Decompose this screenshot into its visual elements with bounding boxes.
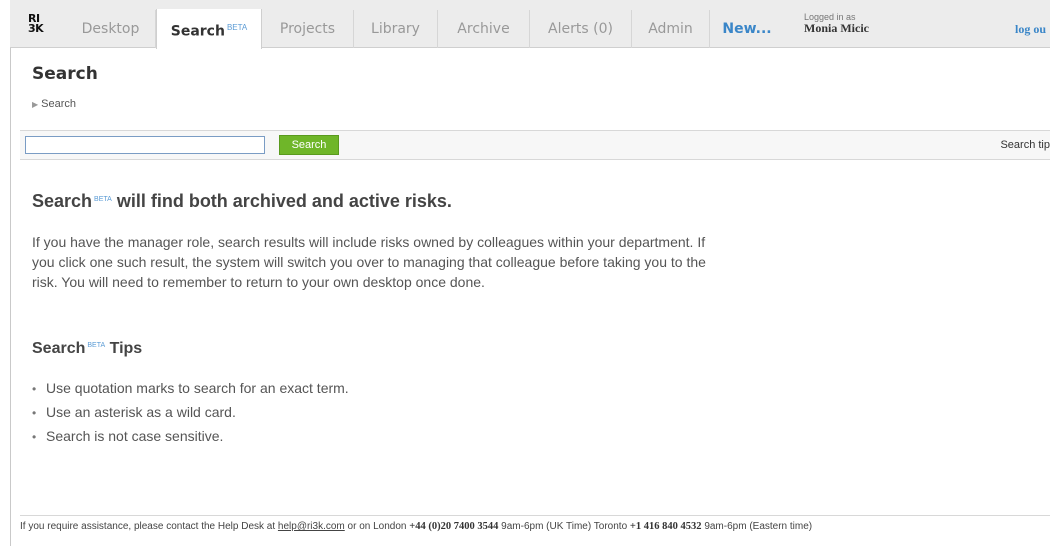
tab-label: Desktop: [81, 21, 140, 37]
search-input[interactable]: [25, 136, 265, 154]
logout-link[interactable]: log ou: [1015, 22, 1046, 37]
tab-search[interactable]: Search BETA: [156, 9, 262, 49]
tab-library[interactable]: Library: [354, 10, 438, 48]
list-item: • Search is not case sensitive.: [32, 426, 349, 450]
search-tips-link[interactable]: Search tip: [1000, 139, 1050, 151]
list-item: • Use an asterisk as a wild card.: [32, 402, 349, 426]
tab-label: Archive: [457, 21, 510, 37]
tab-archive[interactable]: Archive: [438, 10, 530, 48]
tab-admin[interactable]: Admin: [632, 10, 710, 48]
list-item: • Use quotation marks to search for an ex…: [32, 378, 349, 402]
tab-alerts[interactable]: Alerts (0): [530, 10, 632, 48]
tab-desktop[interactable]: Desktop: [66, 10, 156, 48]
footer-help-text: If you require assistance, please contac…: [20, 521, 813, 532]
breadcrumb: ▶ Search: [32, 98, 76, 110]
tab-projects[interactable]: Projects: [262, 10, 354, 48]
ri3k-logo[interactable]: RI 3K: [28, 13, 52, 38]
toronto-phone: +1 416 840 4532: [629, 521, 702, 532]
beta-badge: BETA: [226, 23, 248, 32]
search-bar: Search Search tip: [20, 130, 1050, 160]
tab-label: Alerts (0): [548, 21, 613, 37]
tab-label: New...: [722, 21, 772, 37]
beta-badge: BETA: [94, 196, 112, 203]
tab-label: Search: [170, 23, 225, 40]
bullet-icon: •: [32, 430, 37, 444]
tips-heading: Search BETA Tips: [32, 340, 143, 357]
content-heading: Search BETA will find both archived and a…: [32, 191, 452, 211]
beta-badge: BETA: [87, 342, 106, 349]
caret-right-icon: ▶: [32, 100, 39, 109]
manager-role-paragraph: If you have the manager role, search res…: [32, 234, 706, 290]
page-title: Search: [32, 64, 98, 84]
tab-label: Admin: [648, 21, 693, 37]
search-button[interactable]: Search: [279, 135, 339, 155]
tab-label: Library: [371, 21, 420, 37]
tips-list: • Use quotation marks to search for an ex…: [32, 378, 349, 450]
help-email-link[interactable]: help@ri3k.com: [278, 521, 345, 532]
user-name: Monia Micic: [804, 21, 869, 35]
top-navigation: RI 3K Desktop Search BETA Projects Librar…: [10, 0, 1050, 49]
bullet-icon: •: [32, 406, 37, 420]
logged-in-info: Logged in as Monia Micic: [804, 12, 869, 35]
bullet-icon: •: [32, 382, 37, 396]
tab-label: Projects: [279, 21, 336, 37]
footer-divider: [20, 515, 1050, 516]
breadcrumb-item[interactable]: Search: [41, 98, 76, 110]
tab-new[interactable]: New...: [710, 10, 784, 48]
london-phone: +44 (0)20 7400 3544: [409, 521, 499, 532]
